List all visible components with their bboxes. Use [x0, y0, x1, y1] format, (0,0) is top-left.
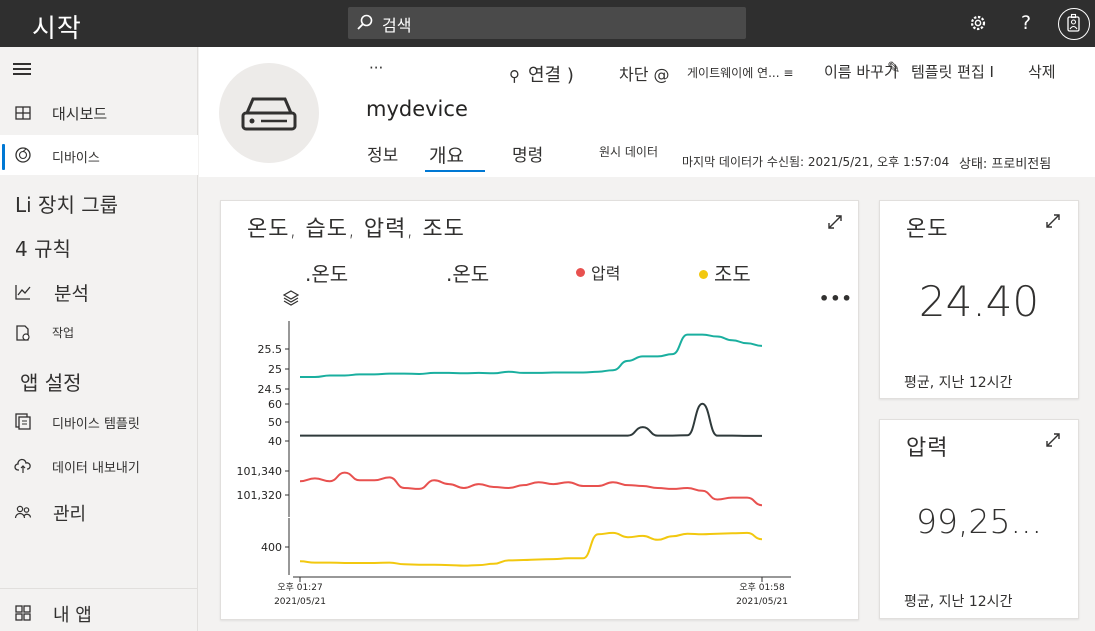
analytics-icon	[15, 285, 31, 300]
sidebar: 대시보드 디바이스 Li 장치 그룹 4 규칙 분석 작업 앱 설정 디바이스 …	[0, 47, 198, 631]
search-box[interactable]: 검색	[348, 7, 746, 39]
sidebar-section-label: 앱 설정	[20, 371, 82, 395]
kpi-value: 24.40	[918, 277, 1040, 326]
kpi-title: 온도	[906, 217, 949, 242]
attach-gateway-button[interactable]: 게이트웨이에 연... ≡	[687, 64, 793, 81]
y-tick-label: 400	[261, 541, 282, 554]
jobs-icon	[16, 325, 30, 341]
sidebar-item-label: 4 규칙	[15, 237, 71, 261]
sidebar-item-analytics[interactable]: 분석	[0, 272, 198, 312]
main-content: ··· ⚲ 연결 ) 차단 @ 게이트웨이에 연... ≡ 이름 바꾸기 ✎ 템플…	[199, 47, 1095, 631]
sidebar-item-label: 데이터 내보내기	[52, 461, 140, 476]
x-tick-label: 오후 01:27	[277, 582, 322, 593]
router-icon	[241, 97, 297, 131]
top-bar: 시작 검색 ?	[0, 0, 1095, 47]
connect-label: 연결 )	[528, 65, 574, 86]
x-tick-date: 2021/05/21	[274, 597, 326, 607]
hamburger-icon[interactable]	[13, 63, 31, 78]
avatar[interactable]	[1058, 8, 1090, 40]
connect-button[interactable]: ⚲ 연결 )	[509, 61, 574, 87]
sidebar-item-dashboard[interactable]: 대시보드	[0, 93, 198, 133]
sidebar-item-label: Li 장치 그룹	[15, 193, 119, 217]
kpi-title: 압력	[906, 436, 949, 461]
series-line	[299, 471, 763, 507]
sidebar-item-label: 대시보드	[52, 105, 108, 123]
y-tick-label: 101,340	[237, 465, 283, 478]
telemetry-chart-card: 온도, 습도, 압력, 조도 .온도 .온도 압력 조도 ••• 25.5 25 2…	[220, 200, 859, 620]
sidebar-item-label: 내 앱	[53, 605, 92, 626]
kpi-value: 99,25...	[916, 502, 1042, 541]
delete-button[interactable]: 삭제	[1028, 61, 1056, 82]
line-chart: 25.5 25 24.5 60 50 40 101,340 101,320 400 오후 01:2…	[237, 321, 791, 607]
sidebar-item-label: 관리	[53, 504, 87, 525]
tab-overview[interactable]: 개요	[429, 141, 464, 168]
expand-icon[interactable]	[1045, 213, 1061, 229]
y-tick-label: 25.5	[258, 343, 283, 356]
tab-raw-data[interactable]: 원시 데이터	[599, 143, 658, 160]
y-tick-label: 60	[268, 398, 282, 411]
sidebar-item-rules[interactable]: 4 규칙	[0, 227, 198, 267]
block-button[interactable]: 차단 @	[619, 61, 670, 85]
edit-template-button[interactable]: 템플릿 편집 I	[911, 61, 994, 82]
more-commands-button[interactable]: ···	[369, 59, 383, 77]
tab-overview-indicator	[425, 170, 485, 172]
apps-icon	[15, 605, 31, 621]
series-line	[299, 333, 763, 378]
last-data-received: 마지막 데이터가 수신됨: 2021/5/21, 오후 1:57:04	[682, 155, 950, 169]
sidebar-item-data-export[interactable]: 데이터 내보내기	[0, 445, 198, 485]
sidebar-item-administration[interactable]: 관리	[0, 492, 198, 532]
device-icon	[15, 147, 31, 163]
x-tick-label: 오후 01:58	[739, 582, 785, 593]
device-avatar	[219, 63, 319, 163]
sidebar-item-devices[interactable]: 디바이스	[0, 135, 198, 175]
user-icon	[1067, 13, 1080, 32]
kpi-footer: 평균, 지난 12시간	[904, 375, 1013, 391]
tab-commands[interactable]: 명령	[512, 141, 543, 166]
sidebar-item-label: 디바이스 템플릿	[52, 417, 140, 432]
app-title[interactable]: 시작	[32, 8, 82, 45]
temperature-kpi-card: 온도 24.40 평균, 지난 12시간	[879, 200, 1079, 399]
sidebar-item-label: 디바이스	[52, 151, 100, 166]
template-icon	[15, 413, 31, 430]
device-name: mydevice	[366, 97, 468, 121]
sidebar-item-label: 작업	[52, 326, 75, 340]
sidebar-divider	[0, 588, 198, 589]
plug-icon: ⚲	[509, 67, 520, 85]
pressure-kpi-card: 압력 99,25... 평균, 지난 12시간	[879, 419, 1079, 619]
kpi-footer: 평균, 지난 12시간	[904, 594, 1013, 610]
users-icon	[14, 505, 32, 519]
help-icon[interactable]: ?	[1015, 12, 1037, 34]
device-header: ··· ⚲ 연결 ) 차단 @ 게이트웨이에 연... ≡ 이름 바꾸기 ✎ 템플…	[199, 47, 1095, 177]
series-line	[300, 402, 762, 437]
y-tick-label: 25	[268, 363, 282, 376]
sidebar-item-jobs[interactable]: 작업	[0, 313, 198, 353]
dashboard-icon	[15, 106, 31, 120]
sidebar-item-my-apps[interactable]: 내 앱	[0, 593, 198, 631]
y-tick-label: 24.5	[258, 383, 283, 396]
sidebar-item-device-templates[interactable]: 디바이스 템플릿	[0, 401, 198, 441]
y-tick-label: 101,320	[237, 489, 283, 502]
expand-icon[interactable]	[1045, 432, 1061, 448]
search-icon	[357, 14, 373, 30]
sidebar-item-device-groups[interactable]: Li 장치 그룹	[0, 183, 198, 223]
cloud-export-icon	[14, 458, 31, 473]
tab-about[interactable]: 정보	[367, 141, 398, 166]
sidebar-item-label: 분석	[54, 283, 89, 305]
sidebar-section-app-settings: 앱 설정	[0, 361, 198, 401]
search-input[interactable]: 검색	[382, 12, 411, 36]
status-text: 상태: 프로비전됨	[959, 157, 1052, 172]
y-tick-label: 50	[268, 416, 282, 429]
x-tick-date: 2021/05/21	[736, 597, 788, 607]
series-line	[299, 531, 763, 567]
edit-icon: ✎	[887, 58, 901, 77]
y-tick-label: 40	[268, 435, 282, 448]
gear-icon[interactable]	[967, 12, 989, 34]
